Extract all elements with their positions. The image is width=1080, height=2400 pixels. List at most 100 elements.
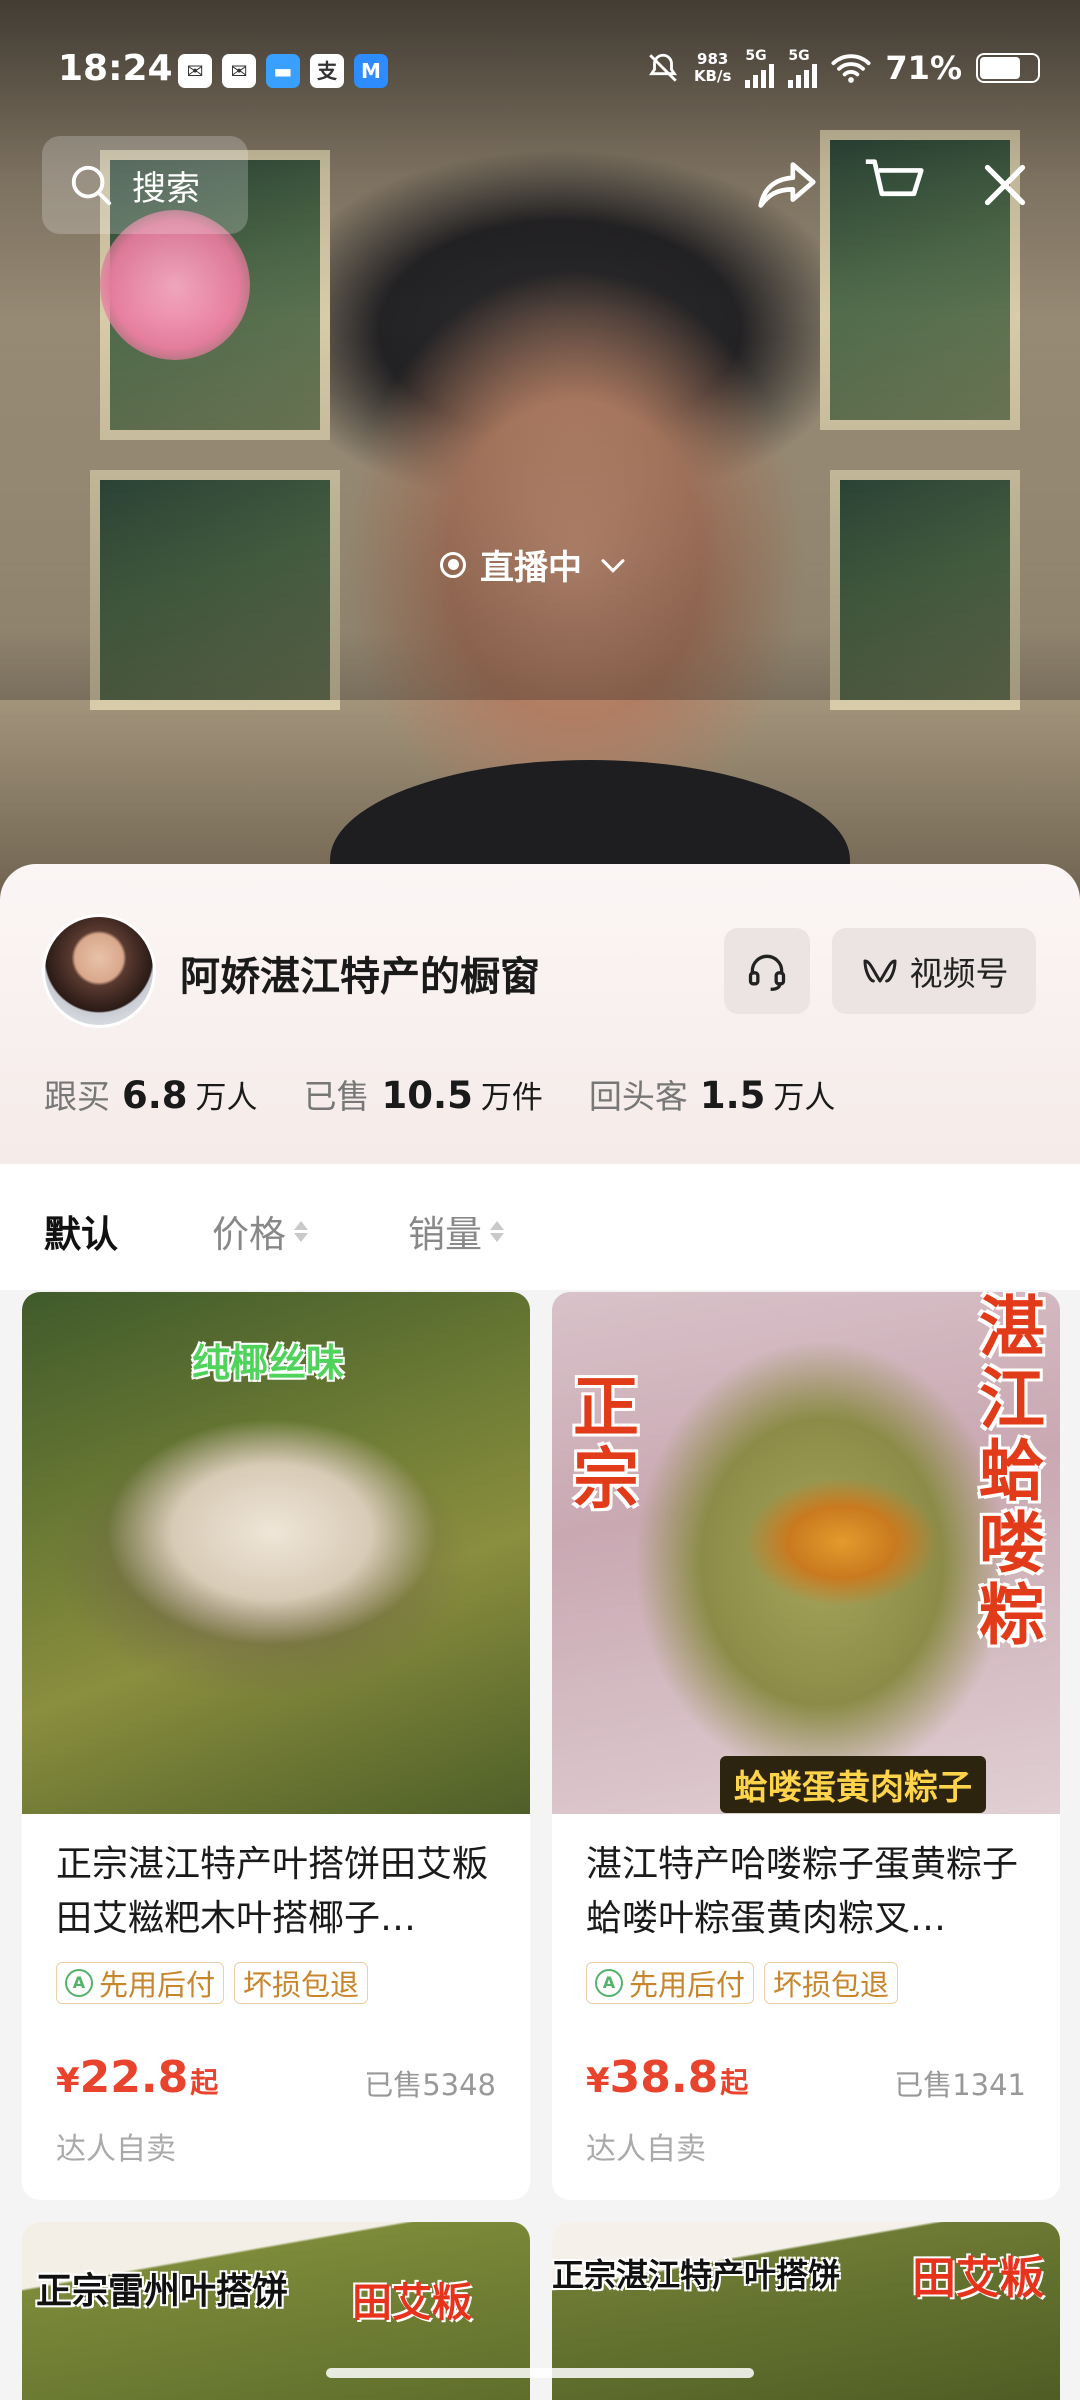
alipay-icon: 支 [310, 54, 344, 88]
image-overlay-text: 田艾粄 [352, 2280, 472, 2326]
sort-sales-tab[interactable]: 销量 [408, 1204, 504, 1258]
product-image[interactable]: 正宗 湛江蛤喽粽 蛤喽蛋黄肉粽子 [552, 1292, 1060, 1814]
product-seller: 达人自卖 [586, 2132, 706, 2167]
status-time: 18:24 [58, 48, 173, 89]
share-icon[interactable] [752, 150, 822, 220]
live-dot-icon [440, 551, 466, 578]
price-suffix: 起 [190, 2066, 219, 2099]
sim2-label: 5G [788, 48, 810, 64]
price-value: 22.8 [79, 2052, 189, 2103]
product-image[interactable]: 纯椰丝味 [22, 1292, 530, 1814]
sort-arrows-icon [490, 1220, 504, 1242]
stat-unit: 万件 [480, 1080, 543, 1116]
sort-arrows-icon [294, 1220, 308, 1242]
product-price: ¥38.8 起 [586, 2052, 748, 2103]
channels-button[interactable]: 视频号 [832, 928, 1036, 1014]
chevron-down-icon [601, 558, 625, 573]
stat-value: 6.8 [122, 1074, 188, 1117]
customer-service-button[interactable] [724, 928, 810, 1014]
sort-default-tab[interactable]: 默认 [44, 1204, 118, 1258]
stat-followers: 跟买 6.8 万人 [44, 1070, 258, 1118]
stat-label: 已售 [303, 1077, 370, 1116]
tag-damage-refund: 坏损包退 [234, 1962, 369, 2004]
shop-avatar[interactable] [42, 914, 156, 1028]
shop-stats: 跟买 6.8 万人 已售 10.5 万件 回头客 1.5 万人 [44, 1070, 835, 1118]
tag-damage-refund: 坏损包退 [764, 1962, 899, 2004]
net-speed-value: 983 [697, 50, 729, 68]
app-icon: M [354, 54, 388, 88]
stat-repeat-customers: 回头客 1.5 万人 [589, 1070, 836, 1118]
status-bar: 18:24 ✉ ✉ ▬ 支 M 983 KB/s 5G 5G 71% [0, 0, 1080, 140]
pay-later-icon: A [595, 1969, 623, 1997]
sort-price-label: 价格 [212, 1213, 286, 1256]
product-tags: A 先用后付 坏损包退 [56, 1962, 369, 2004]
sort-sales-label: 销量 [408, 1213, 482, 1256]
tag-pay-later: A 先用后付 [56, 1962, 225, 2004]
product-card[interactable]: 纯椰丝味 正宗湛江特产叶搭饼田艾粄田艾糍粑木叶搭椰子… A 先用后付 坏损包退 ¥… [22, 1292, 530, 2200]
cart-icon[interactable] [860, 150, 930, 220]
sort-bar: 默认 价格 销量 [0, 1164, 1080, 1290]
wechat-icon: ✉ [178, 54, 212, 88]
tag-label: 坏损包退 [773, 1968, 890, 2002]
product-seller: 达人自卖 [56, 2132, 176, 2167]
image-overlay-text: 湛江蛤喽粽 [979, 1292, 1045, 1654]
close-icon[interactable] [970, 150, 1040, 220]
signal-sim2: 5G [788, 48, 818, 88]
image-overlay-text: 纯椰丝味 [192, 1341, 345, 1385]
image-overlay-text: 蛤喽蛋黄肉粽子 [720, 1756, 986, 1813]
live-status-toggle[interactable]: 直播中 [440, 540, 630, 589]
product-price: ¥22.8 起 [56, 2052, 218, 2103]
channels-button-label: 视频号 [909, 954, 1009, 993]
search-label: 搜索 [132, 168, 200, 209]
tag-pay-later: A 先用后付 [586, 1962, 755, 2004]
sim1-label: 5G [745, 48, 767, 64]
tag-label: 坏损包退 [243, 1968, 360, 2002]
home-indicator[interactable] [326, 2368, 754, 2378]
product-sold-count: 已售1341 [894, 2068, 1026, 2102]
headset-icon [748, 954, 786, 991]
stat-sold: 已售 10.5 万件 [304, 1070, 543, 1118]
search-button[interactable]: 搜索 [42, 136, 248, 234]
battery-icon [976, 53, 1040, 83]
stat-label: 跟买 [44, 1077, 110, 1116]
tag-label: 先用后付 [99, 1968, 216, 2002]
net-speed-unit: KB/s [693, 67, 732, 85]
price-value: 38.8 [609, 2052, 719, 2103]
product-card[interactable]: 正宗 湛江蛤喽粽 蛤喽蛋黄肉粽子 湛江特产哈喽粽子蛋黄粽子蛤喽叶粽蛋黄肉粽叉… … [552, 1292, 1060, 2200]
stat-value: 1.5 [699, 1074, 766, 1117]
card-icon: ▬ [266, 54, 300, 88]
stat-label: 回头客 [588, 1077, 688, 1116]
price-currency: ¥ [586, 2061, 610, 2101]
mail-icon: ✉ [222, 54, 256, 88]
tag-label: 先用后付 [629, 1968, 746, 2002]
net-speed: 983 KB/s [694, 51, 731, 85]
product-sold-count: 已售5348 [364, 2068, 496, 2102]
channels-icon [863, 959, 896, 983]
signal-bars-icon [745, 64, 775, 88]
image-overlay-text: 正宗湛江特产叶搭饼 [552, 2256, 841, 2294]
notification-icons: ✉ ✉ ▬ 支 M [178, 54, 388, 88]
signal-bars-icon [788, 64, 818, 88]
status-right: 983 KB/s 5G 5G 71% [646, 48, 1040, 88]
price-currency: ¥ [56, 2061, 80, 2101]
search-icon [71, 165, 112, 206]
product-title[interactable]: 正宗湛江特产叶搭饼田艾粄田艾糍粑木叶搭椰子… [56, 1838, 496, 1946]
shop-info-card: 阿娇湛江特产的橱窗 视频号 跟买 6.8 万人 已售 10.5 万件 回头客 1.5 万人 [0, 864, 1080, 1164]
product-title[interactable]: 湛江特产哈喽粽子蛋黄粽子蛤喽叶粽蛋黄肉粽叉… [586, 1838, 1026, 1946]
signal-sim1: 5G [745, 48, 775, 88]
price-suffix: 起 [720, 2066, 749, 2099]
stat-unit: 万人 [773, 1080, 836, 1116]
image-overlay-text: 正宗 [573, 1369, 639, 1518]
sort-price-tab[interactable]: 价格 [212, 1204, 308, 1258]
live-status-label: 直播中 [480, 548, 582, 588]
shop-name[interactable]: 阿娇湛江特产的橱窗 [180, 944, 540, 1002]
image-overlay-text: 正宗雷州叶搭饼 [36, 2271, 289, 2312]
stat-value: 10.5 [381, 1074, 473, 1117]
mute-bell-icon [648, 53, 677, 82]
pay-later-icon: A [65, 1969, 93, 1997]
image-overlay-text: 田艾粄 [912, 2253, 1044, 2304]
sort-default-label: 默认 [44, 1213, 118, 1256]
battery-percent: 71% [885, 49, 962, 87]
product-tags: A 先用后付 坏损包退 [586, 1962, 899, 2004]
wifi-icon [831, 54, 871, 83]
